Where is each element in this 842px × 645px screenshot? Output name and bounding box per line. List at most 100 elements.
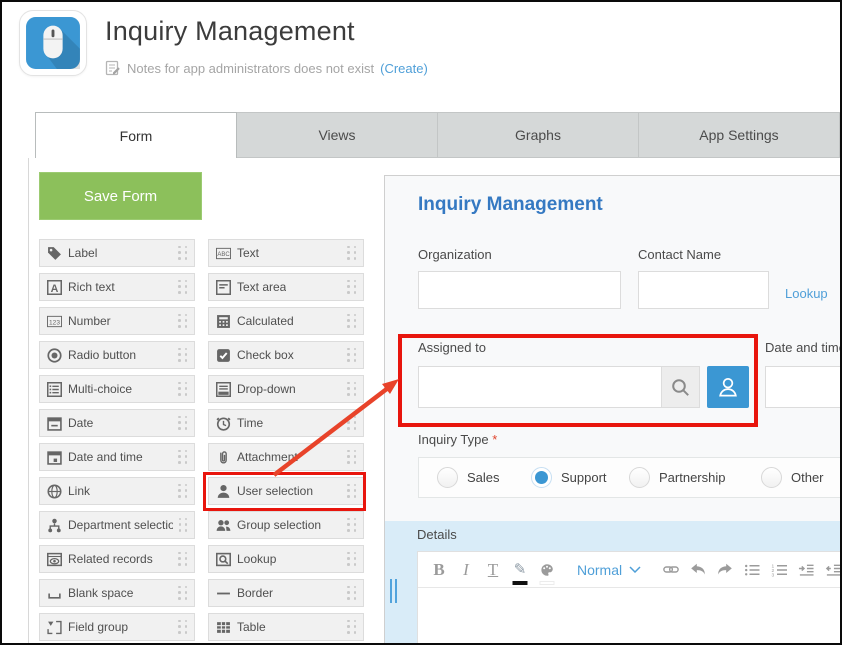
indent-button[interactable]	[798, 557, 814, 583]
tab-graphs[interactable]: Graphs	[438, 112, 639, 158]
palette-item-group-selection[interactable]: Group selection	[208, 511, 364, 539]
drag-handle-icon[interactable]	[347, 246, 357, 261]
person-icon	[215, 484, 231, 499]
tab-form[interactable]: Form	[35, 112, 237, 158]
palette-item-attachment[interactable]: Attachment	[208, 443, 364, 471]
drag-handle-icon[interactable]	[178, 586, 188, 601]
drag-handle-icon[interactable]	[347, 450, 357, 465]
drag-handle-icon[interactable]	[178, 382, 188, 397]
radio-option-support[interactable]: Support	[531, 458, 607, 497]
palette-item-number[interactable]: 123Number	[39, 307, 195, 335]
palette-item-lookup[interactable]: Lookup	[208, 545, 364, 573]
outdent-button[interactable]	[825, 557, 840, 583]
text-color-button[interactable]: ✎	[512, 557, 528, 583]
palette-item-link[interactable]: Link	[39, 477, 195, 505]
drag-handle-icon[interactable]	[178, 246, 188, 261]
drag-handle-icon[interactable]	[178, 348, 188, 363]
people-icon	[215, 518, 231, 533]
palette-item-border[interactable]: Border	[208, 579, 364, 607]
globe-icon	[46, 484, 62, 499]
drag-handle-icon[interactable]	[178, 484, 188, 499]
palette-item-calculated[interactable]: Calculated	[208, 307, 364, 335]
page-title: Inquiry Management	[105, 16, 355, 47]
palette-item-user-selection[interactable]: User selection	[208, 477, 364, 505]
tab-app-settings[interactable]: App Settings	[639, 112, 840, 158]
bullet-list-button[interactable]	[744, 557, 760, 583]
drag-handle-icon[interactable]	[347, 314, 357, 329]
drag-handle-icon[interactable]	[347, 518, 357, 533]
contact-name-input[interactable]	[638, 271, 769, 309]
palette-item-date-and-time[interactable]: Date and time	[39, 443, 195, 471]
palette-item-date[interactable]: Date	[39, 409, 195, 437]
blank-space-icon	[46, 586, 62, 601]
format-dropdown[interactable]: Normal	[577, 562, 641, 578]
checkbox-icon	[215, 348, 231, 363]
bold-button[interactable]: B	[431, 557, 447, 583]
person-outline-icon	[715, 374, 741, 400]
drag-handle-icon[interactable]	[178, 450, 188, 465]
drag-handle-icon[interactable]	[347, 552, 357, 567]
details-label: Details	[417, 527, 457, 542]
drag-handle-icon[interactable]	[178, 416, 188, 431]
user-search-button[interactable]	[661, 367, 699, 407]
radio-selected-icon	[531, 467, 552, 488]
radio-option-other[interactable]: Other	[761, 458, 824, 497]
palette-item-multi-choice[interactable]: Multi-choice	[39, 375, 195, 403]
palette-item-text-area[interactable]: Text area	[208, 273, 364, 301]
italic-button[interactable]: I	[458, 557, 474, 583]
palette-item-table[interactable]: Table	[208, 613, 364, 641]
details-editor-area[interactable]	[418, 588, 840, 643]
tab-views[interactable]: Views	[237, 112, 438, 158]
palette-item-department-selection[interactable]: Department selection	[39, 511, 195, 539]
drag-handle-icon[interactable]	[178, 314, 188, 329]
radio-option-sales[interactable]: Sales	[437, 458, 500, 497]
palette-item-rich-text[interactable]: ARich text	[39, 273, 195, 301]
drag-handle-icon[interactable]	[347, 484, 357, 499]
calculator-icon	[215, 314, 231, 329]
inquiry-type-radio-group: Sales Support Partnership Other	[418, 457, 842, 498]
required-mark: *	[492, 432, 497, 447]
create-notes-link[interactable]: (Create)	[380, 61, 428, 76]
drag-handle-icon[interactable]	[347, 348, 357, 363]
notes-text: Notes for app administrators does not ex…	[127, 61, 374, 76]
palette-item-time[interactable]: Time	[208, 409, 364, 437]
lookup-link[interactable]: Lookup	[785, 286, 828, 301]
rich-text-editor: BIT ✎ Normal 123	[417, 551, 840, 643]
palette-item-blank-space[interactable]: Blank space	[39, 579, 195, 607]
undo-button[interactable]	[690, 557, 706, 583]
field-palette: Label ABCText ARich text Text area 123Number…	[39, 239, 365, 641]
palette-item-check-box[interactable]: Check box	[208, 341, 364, 369]
drag-handle-icon[interactable]	[178, 280, 188, 295]
background-color-button[interactable]	[539, 557, 555, 583]
drag-handle-icon[interactable]	[347, 586, 357, 601]
palette-item-text[interactable]: ABCText	[208, 239, 364, 267]
drag-handle-icon[interactable]	[178, 620, 188, 635]
numbered-list-button[interactable]: 123	[771, 557, 787, 583]
palette-item-related-records[interactable]: Related records	[39, 545, 195, 573]
clock-icon	[215, 416, 231, 431]
form-title: Inquiry Management	[418, 194, 603, 216]
user-selection-button[interactable]	[707, 366, 749, 408]
mouse-icon	[26, 17, 80, 69]
drag-handle-icon[interactable]	[178, 552, 188, 567]
drag-handle-icon[interactable]	[347, 620, 357, 635]
assigned-to-input[interactable]	[418, 366, 700, 408]
drag-handle-icon[interactable]	[347, 416, 357, 431]
palette-item-drop-down[interactable]: Drop-down	[208, 375, 364, 403]
date-and-time-input[interactable]	[765, 366, 842, 408]
drag-handle-icon[interactable]	[347, 382, 357, 397]
notes-icon	[105, 60, 121, 76]
radio-option-partnership[interactable]: Partnership	[629, 458, 725, 497]
field-drag-handle-icon[interactable]	[390, 579, 397, 603]
underline-button[interactable]: T	[485, 557, 501, 583]
organization-input[interactable]	[418, 271, 621, 309]
drag-handle-icon[interactable]	[179, 518, 188, 533]
drag-handle-icon[interactable]	[347, 280, 357, 295]
redo-button[interactable]	[717, 557, 733, 583]
details-field-row[interactable]: Details BIT ✎ Normal 123	[385, 521, 840, 643]
insert-link-button[interactable]	[663, 557, 679, 583]
palette-item-field-group[interactable]: Field group	[39, 613, 195, 641]
save-form-button[interactable]: Save Form	[39, 172, 202, 220]
palette-item-radio-button[interactable]: Radio button	[39, 341, 195, 369]
palette-item-label[interactable]: Label	[39, 239, 195, 267]
